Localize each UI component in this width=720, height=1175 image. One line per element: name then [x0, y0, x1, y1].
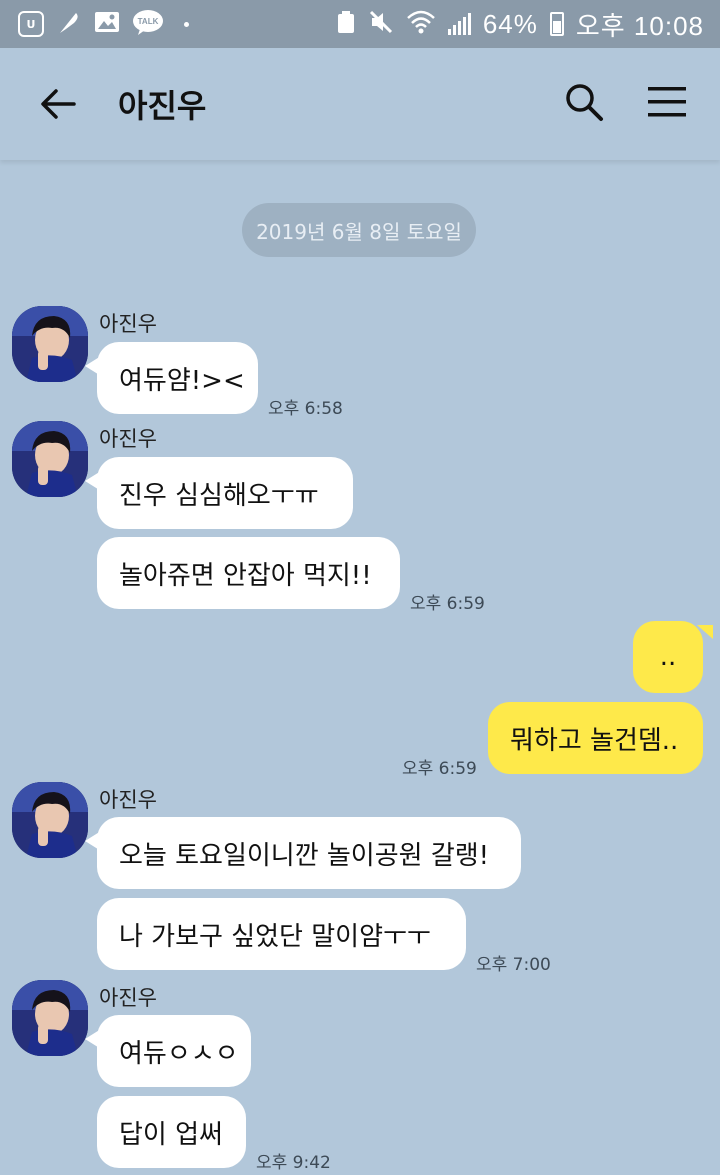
profile-photo-icon — [12, 980, 88, 1056]
sender-name: 아진우 — [99, 427, 157, 451]
chat-title: 아진우 — [118, 87, 207, 125]
feather-icon — [56, 9, 82, 39]
more-notifications-dot — [184, 21, 189, 27]
gallery-icon — [94, 10, 120, 38]
menu-button[interactable] — [648, 86, 686, 122]
my-message-bubble[interactable]: 뭐하고 놀건뎀.. — [488, 702, 703, 774]
sender-name: 아진우 — [99, 986, 157, 1010]
avatar[interactable] — [12, 980, 88, 1056]
system-status: 64% 오후 10:08 — [336, 6, 704, 43]
mute-icon — [368, 9, 394, 39]
date-divider: 2019년 6월 8일 토요일 — [242, 203, 476, 257]
chat-header: 아진우 — [0, 48, 720, 160]
signal-icon — [447, 13, 471, 35]
avatar[interactable] — [12, 306, 88, 382]
sender-name: 아진우 — [99, 788, 157, 812]
hamburger-menu-icon — [648, 87, 686, 117]
message-bubble[interactable]: 나 가보구 싶었단 말이얌ㅜㅜ — [97, 898, 466, 970]
status-bar: U TALK 64% 오후 10:08 — [0, 0, 720, 48]
message-bubble[interactable]: 여듀얌!>< — [85, 342, 258, 414]
message-bubble[interactable]: 답이 업써 — [97, 1096, 246, 1168]
message-time: 오후 7:00 — [476, 955, 551, 975]
back-arrow-icon — [41, 89, 76, 119]
wifi-icon — [406, 10, 436, 38]
battery-percent: 64% — [482, 8, 538, 39]
message-bubble[interactable]: 여듀ㅇㅅㅇ — [85, 1015, 251, 1087]
message-time: 오후 9:42 — [256, 1153, 331, 1173]
message-bubble[interactable]: 놀아쥬면 안잡아 먹지!! — [97, 537, 400, 609]
message-time: 오후 6:59 — [410, 594, 485, 614]
svg-text:TALK: TALK — [138, 17, 159, 26]
search-button[interactable] — [564, 82, 604, 126]
search-icon — [566, 84, 603, 121]
talk-icon: TALK — [132, 9, 164, 39]
recycle-icon — [336, 10, 356, 38]
message-bubble[interactable]: 진우 심심해오ㅜㅠ — [85, 457, 353, 529]
profile-photo-icon — [12, 306, 88, 382]
header-actions — [564, 82, 686, 126]
message-time: 오후 6:59 — [402, 759, 477, 779]
sender-name: 아진우 — [99, 312, 157, 336]
avatar[interactable] — [12, 421, 88, 497]
profile-photo-icon — [12, 421, 88, 497]
my-message-bubble[interactable]: .. — [633, 621, 713, 693]
uplus-icon: U — [18, 11, 44, 37]
message-bubble[interactable]: 오늘 토요일이니깐 놀이공원 갈랭! — [85, 817, 521, 889]
clock: 오후 10:08 — [575, 10, 704, 41]
back-button[interactable] — [38, 84, 78, 124]
battery-icon — [549, 12, 564, 36]
profile-photo-icon — [12, 782, 88, 858]
avatar[interactable] — [12, 782, 88, 858]
notification-icons: U TALK — [18, 9, 189, 39]
message-time: 오후 6:58 — [268, 399, 343, 419]
